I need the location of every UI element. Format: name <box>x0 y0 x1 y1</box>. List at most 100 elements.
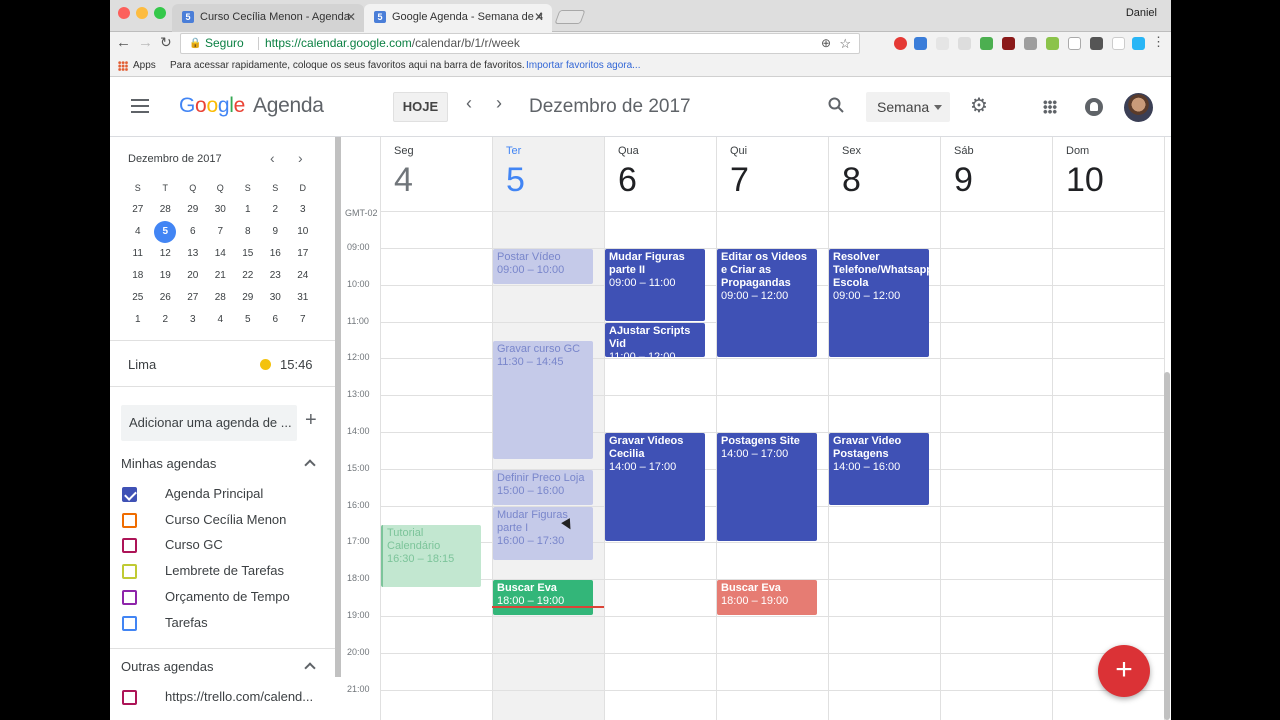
calendar-event[interactable]: Tutorial Calendário 16:30 – 18:15 <box>381 525 481 588</box>
extension-spy-icon[interactable] <box>1002 37 1015 50</box>
mini-calendar-day[interactable]: 30 <box>207 199 235 221</box>
main-menu-icon[interactable] <box>131 99 149 113</box>
calendar-checkbox[interactable] <box>122 487 137 502</box>
mini-calendar-day[interactable]: 21 <box>207 265 235 287</box>
account-avatar[interactable] <box>1124 93 1153 122</box>
extension-evernote-icon[interactable] <box>1090 37 1103 50</box>
mini-calendar-prev-icon[interactable]: ‹ <box>270 150 275 166</box>
other-calendars-title[interactable]: Outras agendas <box>121 659 214 674</box>
minimize-window-icon[interactable] <box>136 7 148 19</box>
calendar-event[interactable]: Editar os Videos e Criar as Propagandas 0… <box>717 249 817 358</box>
mini-calendar-day[interactable]: 11 <box>124 243 152 265</box>
mini-calendar-day[interactable]: 24 <box>289 265 317 287</box>
apps-shortcut[interactable]: Apps <box>133 55 156 77</box>
google-apps-icon[interactable] <box>1043 100 1057 114</box>
calendar-event[interactable]: Mudar Figuras parte I 16:00 – 17:30 <box>493 506 593 560</box>
my-calendars-title[interactable]: Minhas agendas <box>121 456 216 471</box>
mini-calendar-today[interactable]: 5 <box>152 221 180 243</box>
day-header[interactable]: Seg 4 <box>380 137 492 205</box>
mini-calendar-day[interactable]: 27 <box>179 287 207 309</box>
extension-hat-icon[interactable] <box>1112 37 1125 50</box>
calendar-event[interactable]: Buscar Eva 18:00 – 19:00 <box>717 580 817 615</box>
collapse-chevron-icon[interactable] <box>304 662 316 674</box>
calendar-event[interactable]: AJustar Scripts Vid 11:00 – 12:00 <box>605 322 705 358</box>
tab-google-agenda[interactable]: 5 Google Agenda - Semana de 4 ✕ <box>364 4 552 32</box>
mini-calendar-day[interactable]: 25 <box>124 287 152 309</box>
close-tab-icon[interactable]: ✕ <box>346 4 356 30</box>
tab-curso-cecilia[interactable]: 5 Curso Cecília Menon - Agenda ✕ <box>172 4 364 32</box>
notifications-icon[interactable] <box>1085 98 1103 116</box>
mini-calendar-day[interactable]: 1 <box>124 309 152 331</box>
mini-calendar-day[interactable]: 14 <box>207 243 235 265</box>
mini-calendar-day[interactable]: 12 <box>152 243 180 265</box>
calendar-event[interactable]: Resolver Telefone/Whatsapp Escola 09:00 –… <box>829 249 929 358</box>
mini-calendar-day[interactable]: 31 <box>289 287 317 309</box>
next-week-icon[interactable]: › <box>496 93 502 114</box>
settings-gear-icon[interactable]: ⚙ <box>970 96 988 116</box>
extension-green-icon[interactable] <box>980 37 993 50</box>
calendar-list-item[interactable]: Curso GC <box>121 533 331 559</box>
mini-calendar-day[interactable]: 26 <box>152 287 180 309</box>
calendar-event[interactable]: Postagens Site 14:00 – 17:00 <box>717 433 817 542</box>
mini-calendar-day[interactable]: 3 <box>289 199 317 221</box>
day-header[interactable]: Dom 10 <box>1052 137 1164 205</box>
calendar-checkbox[interactable] <box>122 589 137 605</box>
add-calendar-input[interactable]: Adicionar uma agenda de ... <box>121 405 297 441</box>
extension-arrow-icon[interactable] <box>1068 37 1081 50</box>
mini-calendar-day[interactable]: 22 <box>234 265 262 287</box>
browser-menu-icon[interactable]: ⋮ <box>1152 34 1165 50</box>
calendar-list-item[interactable]: Orçamento de Tempo <box>121 585 331 611</box>
mini-calendar-day[interactable]: 20 <box>179 265 207 287</box>
mini-calendar-day[interactable]: 29 <box>234 287 262 309</box>
back-icon[interactable]: ← <box>116 34 131 51</box>
mini-calendar-day[interactable]: 16 <box>262 243 290 265</box>
mini-calendar-day[interactable]: 15 <box>234 243 262 265</box>
day-header[interactable]: Sáb 9 <box>940 137 1052 205</box>
apps-shortcut-icon[interactable] <box>118 61 128 71</box>
mini-calendar-day[interactable]: 28 <box>207 287 235 309</box>
extension-dropbox-icon[interactable] <box>958 37 971 50</box>
mini-calendar-day[interactable]: 8 <box>234 221 262 243</box>
calendar-checkbox[interactable] <box>122 564 137 580</box>
view-selector[interactable]: Semana <box>866 92 950 122</box>
mini-calendar-day[interactable]: 23 <box>262 265 290 287</box>
close-window-icon[interactable] <box>118 7 130 19</box>
previous-week-icon[interactable]: ‹ <box>466 93 472 114</box>
mini-calendar-day[interactable]: 6 <box>179 221 207 243</box>
new-tab-button[interactable] <box>554 10 586 24</box>
calendar-checkbox[interactable] <box>122 512 137 528</box>
calendar-checkbox[interactable] <box>122 690 137 705</box>
calendar-event[interactable]: Postar Vídeo 09:00 – 10:00 <box>493 249 593 284</box>
address-bar[interactable]: 🔒 Seguro https://calendar.google.com/cal… <box>180 33 860 54</box>
extension-timer-icon[interactable] <box>1046 37 1059 50</box>
mini-calendar-day[interactable]: 3 <box>179 309 207 331</box>
calendar-list-item[interactable]: Tarefas <box>121 611 331 637</box>
close-tab-icon[interactable]: ✕ <box>534 4 544 30</box>
mini-calendar-day[interactable]: 2 <box>152 309 180 331</box>
zoom-icon[interactable]: ⊕ <box>821 34 831 53</box>
mini-calendar-day[interactable]: 9 <box>262 221 290 243</box>
mini-calendar-day[interactable]: 18 <box>124 265 152 287</box>
mini-calendar-day[interactable]: 28 <box>152 199 180 221</box>
extension-adblock-icon[interactable] <box>894 37 907 50</box>
mini-calendar-day[interactable]: 4 <box>207 309 235 331</box>
calendar-list-item[interactable]: Lembrete de Tarefas <box>121 559 331 585</box>
calendar-list-item[interactable]: Agenda Principal <box>121 482 331 508</box>
calendar-event[interactable]: Gravar curso GC 11:30 – 14:45 <box>493 341 593 459</box>
collapse-chevron-icon[interactable] <box>304 459 316 471</box>
day-header[interactable]: Qui 7 <box>716 137 828 205</box>
calendar-event[interactable]: Definir Preco Loja 15:00 – 16:00 <box>493 469 593 505</box>
extension-clipboard-icon[interactable] <box>936 37 949 50</box>
mini-calendar-day[interactable]: 7 <box>289 309 317 331</box>
mini-calendar-day[interactable]: 29 <box>179 199 207 221</box>
calendar-list-item[interactable]: https://trello.com/calend... <box>121 685 331 711</box>
bookmark-star-icon[interactable]: ☆ <box>839 34 851 53</box>
mini-calendar-day[interactable]: 10 <box>289 221 317 243</box>
app-logo[interactable]: Google Agenda <box>179 94 324 118</box>
calendar-list-item[interactable]: Curso Cecília Menon <box>121 508 331 534</box>
mini-calendar-day[interactable]: 4 <box>124 221 152 243</box>
forward-icon[interactable]: → <box>138 34 153 51</box>
search-icon[interactable] <box>828 97 844 113</box>
mini-calendar-day[interactable]: 6 <box>262 309 290 331</box>
extension-trello-icon[interactable] <box>914 37 927 50</box>
